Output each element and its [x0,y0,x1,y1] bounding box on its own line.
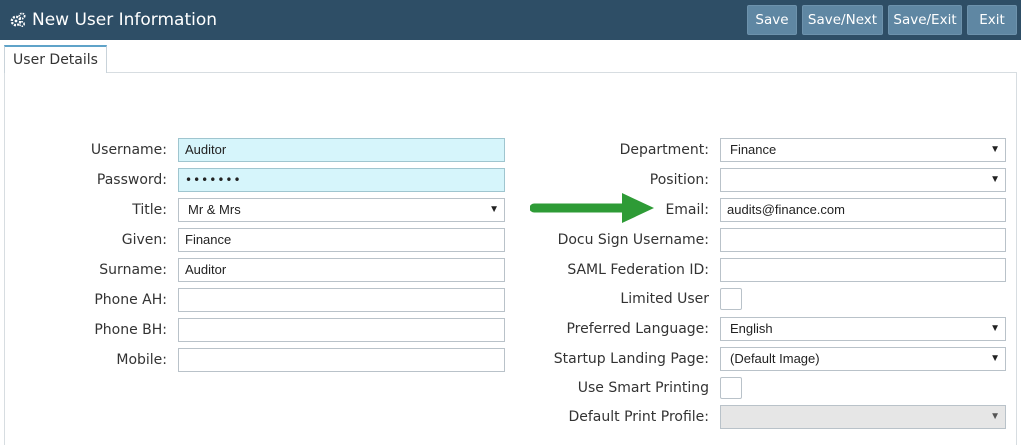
department-select[interactable]: Finance ▼ [720,138,1006,162]
mobile-input[interactable] [178,348,505,372]
startup-landing-page-select-value: (Default Image) [730,351,820,366]
caret-down-icon: ▼ [990,323,1000,334]
surname-input[interactable]: Auditor [178,258,505,282]
default-print-profile-label: Default Print Profile: [568,409,709,425]
password-label: Password: [96,172,167,188]
page-title: New User Information [32,10,218,30]
phone-bh-label: Phone BH: [94,322,167,338]
save-exit-button[interactable]: Save/Exit [888,5,962,35]
limited-user-label: Limited User [620,291,709,307]
gears-icon [10,12,26,28]
title-label: Title: [132,202,167,218]
username-label: Username: [90,142,167,158]
given-label: Given: [121,232,167,248]
phone-bh-input[interactable] [178,318,505,342]
caret-down-icon: ▼ [990,353,1000,364]
phone-ah-label: Phone AH: [94,292,167,308]
title-select[interactable]: Mr & Mrs ▼ [178,198,505,222]
department-select-value: Finance [730,142,777,157]
caret-down-icon: ▼ [990,411,1000,422]
limited-user-checkbox[interactable] [720,288,742,310]
saml-federation-id-label: SAML Federation ID: [567,262,709,278]
mobile-label: Mobile: [116,352,167,368]
preferred-language-label: Preferred Language: [566,321,709,337]
startup-landing-page-label: Startup Landing Page: [553,351,709,367]
position-select[interactable]: ▼ [720,168,1006,192]
save-button[interactable]: Save [747,5,797,35]
docu-sign-username-label: Docu Sign Username: [557,232,709,248]
department-label: Department: [619,142,709,158]
given-input[interactable]: Finance [178,228,505,252]
save-next-button[interactable]: Save/Next [802,5,883,35]
email-input[interactable]: audits@finance.com [720,198,1006,222]
tab-user-details[interactable]: User Details [4,45,107,73]
preferred-language-select[interactable]: English ▼ [720,317,1006,341]
title-bar: New User Information Save Save/Next Save… [0,0,1021,40]
saml-federation-id-input[interactable] [720,258,1006,282]
default-print-profile-select[interactable]: ▼ [720,405,1006,429]
surname-label: Surname: [99,262,167,278]
docu-sign-username-input[interactable] [720,228,1006,252]
preferred-language-select-value: English [730,321,773,336]
password-input[interactable]: ••••••• [178,168,505,192]
phone-ah-input[interactable] [178,288,505,312]
startup-landing-page-select[interactable]: (Default Image) ▼ [720,347,1006,371]
green-arrow-icon [530,193,654,223]
use-smart-printing-checkbox[interactable] [720,377,742,399]
username-input[interactable]: Auditor [178,138,505,162]
title-select-value: Mr & Mrs [188,202,241,217]
exit-button[interactable]: Exit [967,5,1017,35]
position-label: Position: [649,172,709,188]
use-smart-printing-label: Use Smart Printing [577,380,709,396]
caret-down-icon: ▼ [990,174,1000,185]
caret-down-icon: ▼ [990,144,1000,155]
